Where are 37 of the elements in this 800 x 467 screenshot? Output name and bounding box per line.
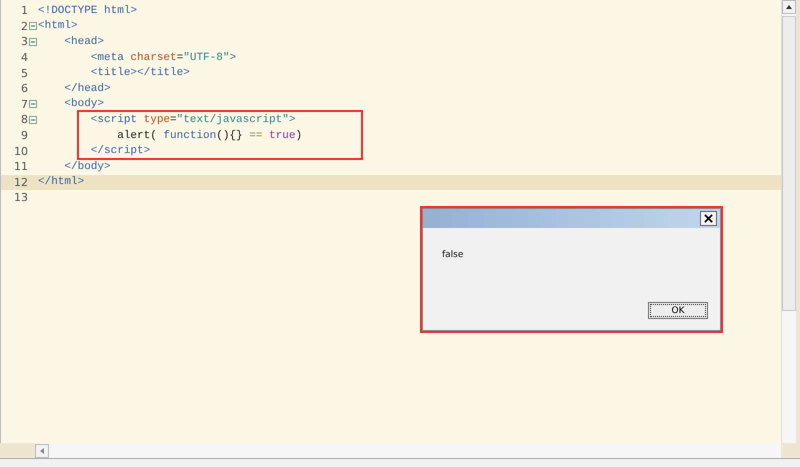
scroll-up-icon[interactable] bbox=[782, 0, 796, 14]
code-line: <script type="text/javascript"> bbox=[90, 114, 296, 126]
close-icon bbox=[704, 214, 713, 223]
code-line: <meta charset="UTF-8"> bbox=[90, 52, 236, 64]
line-number: 8 bbox=[20, 113, 28, 126]
close-button[interactable] bbox=[700, 211, 717, 226]
collapse-icon[interactable] bbox=[29, 22, 37, 30]
code-line: <title></title> bbox=[90, 67, 190, 80]
code-line: </html> bbox=[38, 176, 84, 188]
line-number: 13 bbox=[13, 191, 28, 204]
line-number: 11 bbox=[13, 160, 28, 174]
line-number: 1 bbox=[20, 4, 28, 18]
code-line: </body> bbox=[63, 160, 111, 173]
code-line: <body> bbox=[63, 98, 104, 110]
alert-message: false bbox=[442, 250, 464, 260]
line-number: 6 bbox=[20, 82, 28, 96]
line-number: 3 bbox=[20, 35, 28, 48]
ok-button[interactable]: OK bbox=[648, 302, 708, 319]
collapse-icon[interactable] bbox=[29, 116, 37, 124]
collapse-icon[interactable] bbox=[29, 38, 37, 46]
line-number: 7 bbox=[20, 98, 28, 111]
code-line: <!DOCTYPE html> bbox=[38, 4, 138, 17]
code-line: <head> bbox=[63, 36, 104, 48]
line-number: 2 bbox=[20, 20, 28, 33]
code-line: <html> bbox=[38, 20, 78, 32]
line-number: 4 bbox=[20, 51, 28, 64]
code-line: alert( function(){} == true) bbox=[116, 130, 302, 142]
line-number: 12 bbox=[13, 176, 28, 189]
line-number: 10 bbox=[13, 144, 28, 158]
code-line: </head> bbox=[63, 82, 111, 95]
scroll-left-icon[interactable] bbox=[35, 444, 49, 458]
collapse-icon[interactable] bbox=[29, 100, 37, 108]
line-number: 9 bbox=[20, 129, 28, 142]
horizontal-scrollbar[interactable] bbox=[35, 443, 781, 458]
code-line: </script> bbox=[90, 145, 150, 158]
vertical-scrollbar[interactable] bbox=[781, 0, 796, 443]
line-number: 5 bbox=[20, 66, 28, 80]
